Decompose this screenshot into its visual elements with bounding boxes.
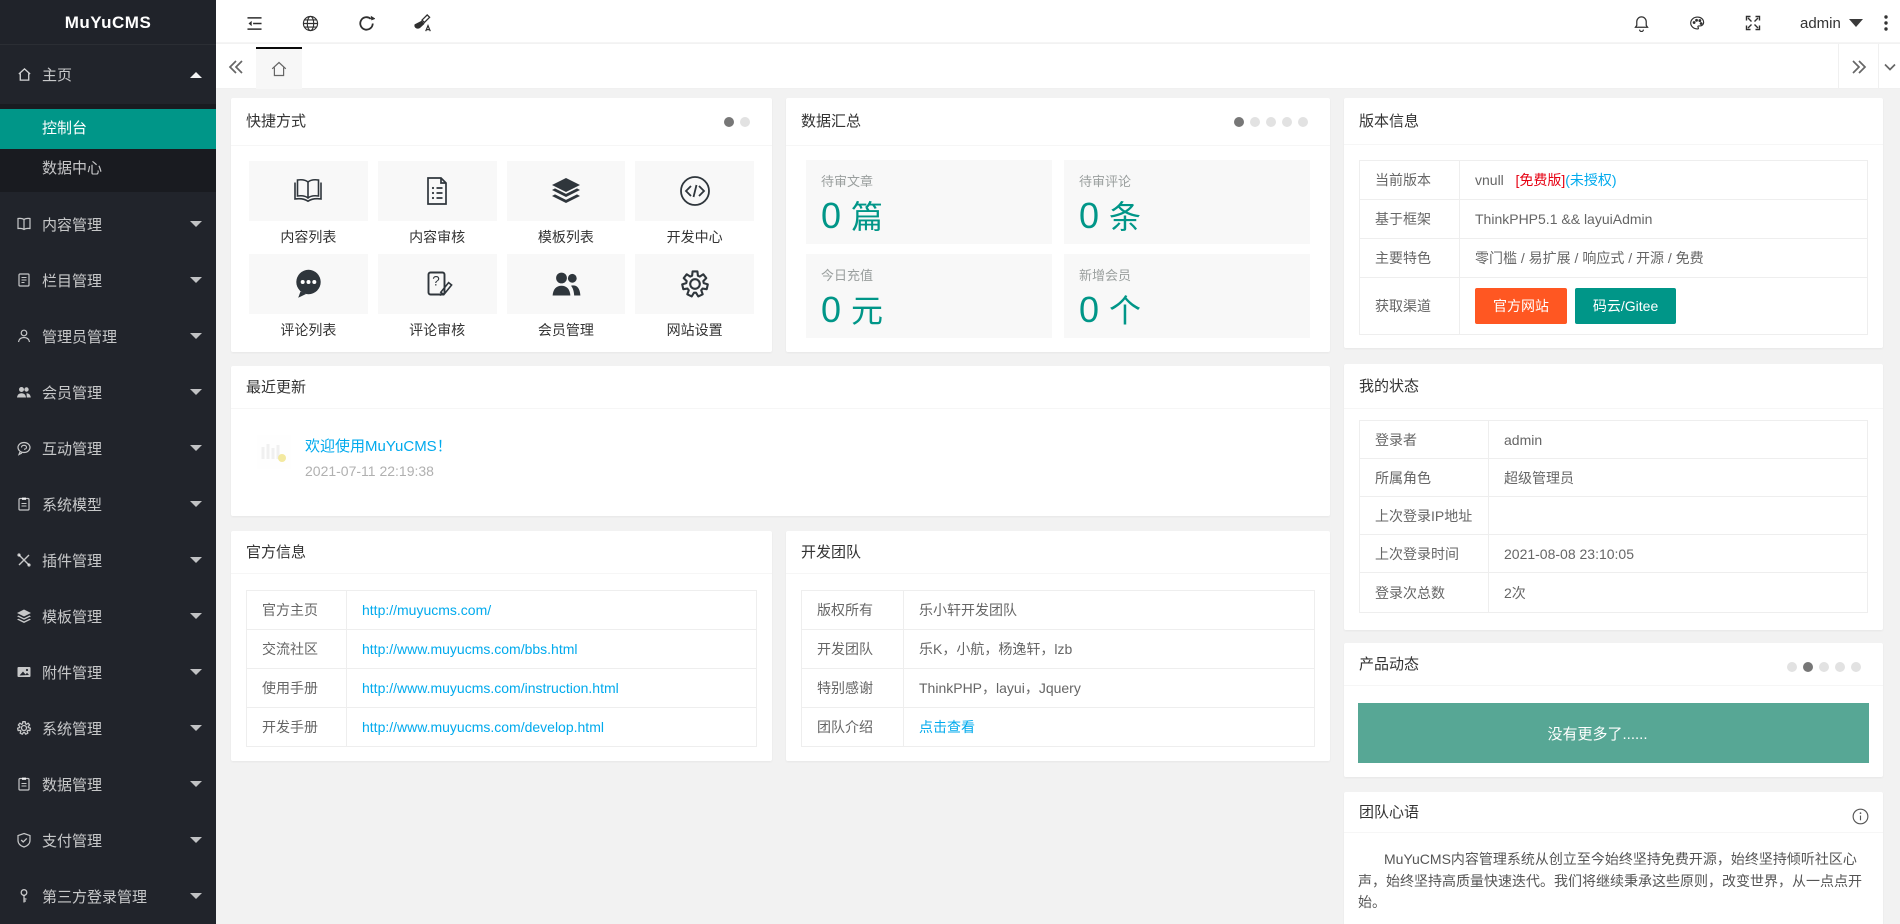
svg-text:?: ? [432,274,440,289]
